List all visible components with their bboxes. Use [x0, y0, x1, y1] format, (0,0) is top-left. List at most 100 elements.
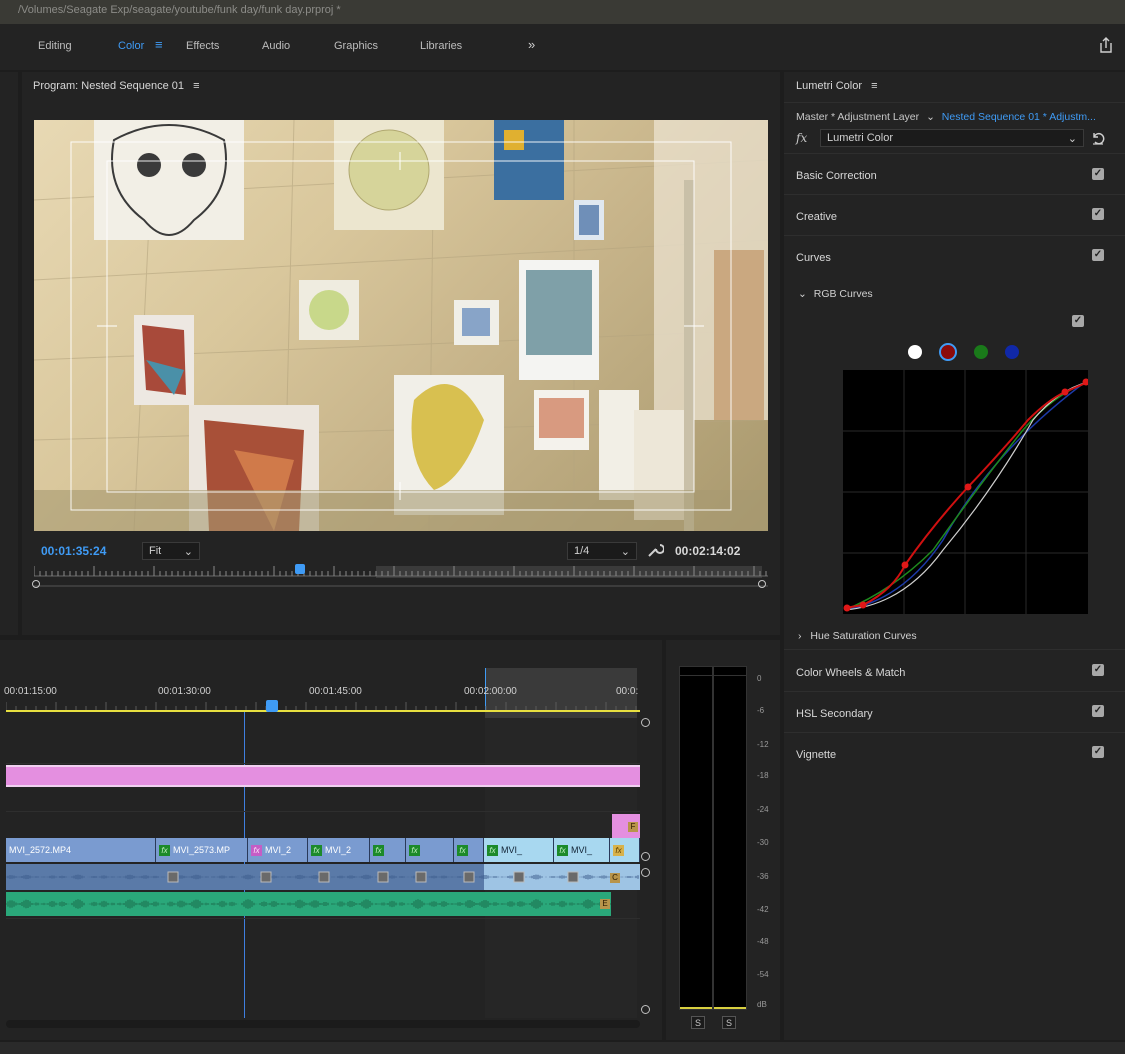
source-master-label[interactable]: Master * Adjustment Layer: [796, 111, 919, 123]
timeline-timecode: 00:01:45:00: [309, 686, 362, 697]
section-curves[interactable]: Curves: [796, 252, 831, 264]
monitor-time-ruler[interactable]: [32, 564, 768, 588]
clip-label: MVI_2573.MP: [173, 845, 231, 855]
vertical-zoom-handle[interactable]: [641, 868, 650, 877]
source-selector[interactable]: Master * Adjustment Layer ⌄ Nested Seque…: [796, 111, 1096, 123]
ruler-ticks: [34, 566, 768, 587]
section-basic-correction[interactable]: Basic Correction: [796, 170, 877, 182]
video-clip[interactable]: fx MVI_2: [308, 838, 370, 862]
divider: [784, 194, 1125, 195]
panel-menu-icon[interactable]: ≡: [193, 80, 199, 92]
lumetri-color-panel: Lumetri Color ≡ Master * Adjustment Laye…: [784, 72, 1125, 1040]
vertical-zoom-handle[interactable]: [641, 852, 650, 861]
timeline-horizontal-scrollbar[interactable]: [6, 1020, 640, 1028]
workspace-tab-editing[interactable]: Editing: [38, 40, 72, 52]
curve-point[interactable]: [901, 561, 909, 569]
timeline-playhead-handle[interactable]: [266, 700, 278, 712]
color-wheels-checkbox[interactable]: ✓: [1092, 664, 1104, 676]
chevron-down-icon[interactable]: ⌄: [926, 111, 935, 123]
source-clip-label[interactable]: Nested Sequence 01 * Adjustm...: [942, 111, 1096, 123]
zoom-handle-right[interactable]: [758, 580, 766, 588]
channel-red-button[interactable]: [939, 343, 957, 361]
chevron-down-icon: ⌄: [183, 546, 193, 558]
zoom-handle-left[interactable]: [32, 580, 40, 588]
video-clip[interactable]: fx MVI_2573.MP: [156, 838, 248, 862]
rgb-curves-toggle[interactable]: ⌄ RGB Curves: [798, 288, 873, 300]
timeline-timecode: 00:0:: [616, 686, 639, 697]
section-color-wheels[interactable]: Color Wheels & Match: [796, 667, 905, 679]
curve-point[interactable]: [964, 483, 972, 491]
program-monitor-title: Program: Nested Sequence 01 ≡: [33, 80, 200, 92]
chevron-down-icon: ⌄: [1067, 133, 1077, 145]
channel-blue-button[interactable]: [1005, 345, 1019, 359]
workspace-tab-color[interactable]: Color: [118, 40, 144, 52]
meter-scale-label: -36: [757, 872, 769, 881]
vignette-checkbox[interactable]: ✓: [1092, 746, 1104, 758]
curves-checkbox[interactable]: ✓: [1092, 249, 1104, 261]
workspace-menu-icon[interactable]: ≡: [155, 37, 163, 52]
fx-icon: fx: [796, 131, 808, 145]
video-clip[interactable]: fx MVI_: [554, 838, 610, 862]
monitor-playhead[interactable]: [294, 564, 305, 574]
video-clip[interactable]: fx MVI_: [484, 838, 554, 862]
video-clip[interactable]: fx: [610, 838, 640, 862]
more-workspaces-icon[interactable]: »: [528, 37, 535, 52]
video-content-illustration: [34, 120, 768, 531]
music-waveform: [6, 899, 611, 909]
video-clip[interactable]: MVI_2572.MP4: [6, 838, 156, 862]
hsl-secondary-checkbox[interactable]: ✓: [1092, 705, 1104, 717]
music-audio-clip[interactable]: E: [6, 892, 611, 916]
adjustment-layer-clip[interactable]: [6, 765, 640, 787]
wrench-icon[interactable]: [646, 542, 664, 558]
video-clip[interactable]: fx: [406, 838, 454, 862]
share-icon[interactable]: [1098, 36, 1114, 54]
clip-label: MVI_2572.MP4: [9, 845, 72, 855]
program-title-text: Program: Nested Sequence 01: [33, 80, 185, 92]
creative-checkbox[interactable]: ✓: [1092, 208, 1104, 220]
section-creative[interactable]: Creative: [796, 211, 837, 223]
fx-badge-icon: fx: [159, 845, 170, 856]
curve-point[interactable]: [843, 604, 851, 612]
vertical-zoom-handle[interactable]: [641, 718, 650, 727]
basic-correction-checkbox[interactable]: ✓: [1092, 168, 1104, 180]
reset-icon[interactable]: [1091, 131, 1105, 145]
effect-dropdown[interactable]: Lumetri Color ⌄: [820, 129, 1084, 147]
workspace-tab-libraries[interactable]: Libraries: [420, 40, 462, 52]
workspace-tab-graphics[interactable]: Graphics: [334, 40, 378, 52]
vertical-zoom-handle[interactable]: [641, 1005, 650, 1014]
panel-menu-icon[interactable]: ≡: [871, 80, 877, 92]
title-bar: /Volumes/Seagate Exp/seagate/youtube/fun…: [0, 0, 1125, 24]
hue-sat-curves-toggle[interactable]: › Hue Saturation Curves: [798, 630, 917, 642]
lumetri-panel-title: Lumetri Color ≡: [796, 80, 878, 92]
playback-resolution-dropdown[interactable]: 1/4 ⌄: [567, 542, 637, 560]
rgb-curves-checkbox[interactable]: ✓: [1072, 315, 1084, 327]
solo-left-button[interactable]: S: [691, 1016, 705, 1029]
fx-badge-icon: fx: [457, 845, 468, 856]
chevron-right-icon: ›: [798, 630, 802, 642]
workspace-bar: Editing Color ≡ Effects Audio Graphics L…: [0, 24, 1125, 70]
section-hsl-secondary[interactable]: HSL Secondary: [796, 708, 873, 720]
fx-badge: C: [610, 873, 620, 883]
track-a1: C: [6, 864, 640, 890]
audio-waveform: [6, 871, 639, 883]
nested-clip[interactable]: F: [612, 814, 640, 838]
channel-green-button[interactable]: [974, 345, 988, 359]
workspace-tab-effects[interactable]: Effects: [186, 40, 219, 52]
rgb-curve-graph[interactable]: [843, 370, 1088, 614]
video-clip[interactable]: fx MVI_2: [248, 838, 308, 862]
curve-point[interactable]: [1061, 388, 1069, 396]
divider: [784, 649, 1125, 650]
zoom-level-dropdown[interactable]: Fit ⌄: [142, 542, 200, 560]
timeline-timecode: 00:01:15:00: [4, 686, 57, 697]
divider: [784, 235, 1125, 236]
section-vignette[interactable]: Vignette: [796, 749, 836, 761]
workspace-tab-audio[interactable]: Audio: [262, 40, 290, 52]
solo-right-button[interactable]: S: [722, 1016, 736, 1029]
fx-badge-icon: fx: [373, 845, 384, 856]
video-clip[interactable]: fx: [454, 838, 484, 862]
video-frame[interactable]: [34, 120, 768, 531]
channel-luma-button[interactable]: [908, 345, 922, 359]
curve-point[interactable]: [859, 601, 867, 609]
video-clip[interactable]: fx: [370, 838, 406, 862]
current-timecode[interactable]: 00:01:35:24: [41, 544, 106, 558]
